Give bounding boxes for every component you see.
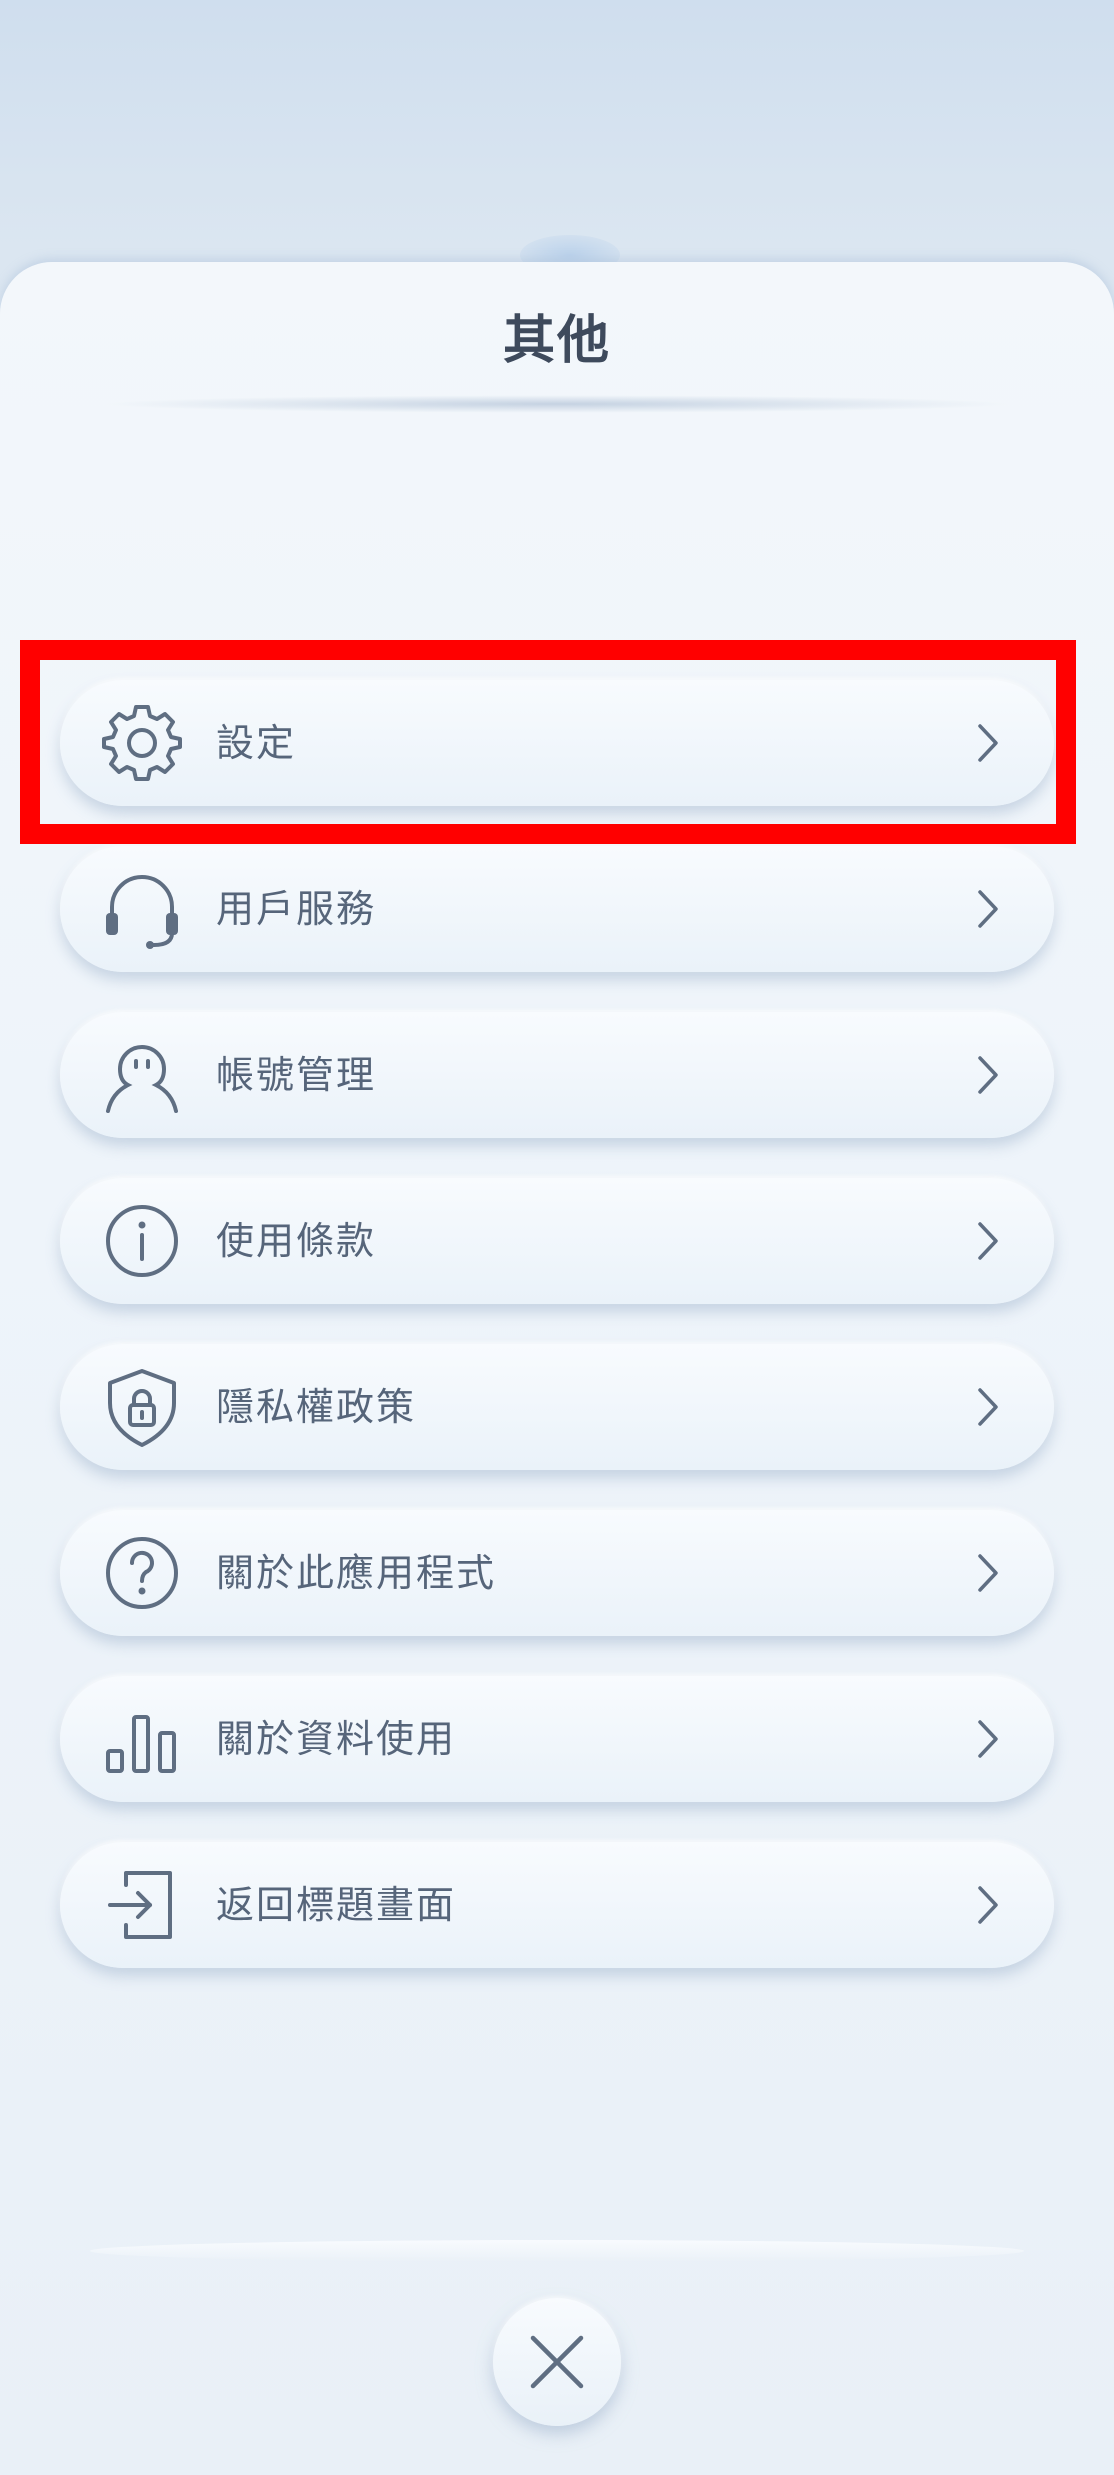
menu-item-account-management[interactable]: 帳號管理 (60, 1012, 1054, 1138)
menu-item-customer-service[interactable]: 用戶服務 (60, 846, 1054, 972)
exit-icon (102, 1865, 182, 1945)
menu-item-label: 關於資料使用 (216, 1717, 457, 1761)
menu-item-label: 帳號管理 (216, 1053, 377, 1097)
shield-lock-icon (102, 1367, 182, 1447)
menu-item-label: 返回標題畫面 (216, 1883, 457, 1927)
menu-item-label: 關於此應用程式 (216, 1551, 497, 1595)
page-title: 其他 (502, 311, 611, 371)
menu-item-settings[interactable]: 設定 (60, 680, 1054, 806)
menu-item-label: 設定 (216, 721, 297, 765)
menu-list: 設定 用戶服務 帳號管理 使用條款 隱私權政策 關於此應用程式 關於資料使用 返… (60, 680, 1054, 2008)
chevron-right-icon (978, 1222, 998, 1260)
close-button[interactable] (493, 2298, 621, 2426)
close-icon (530, 2335, 584, 2389)
menu-item-return-to-title[interactable]: 返回標題畫面 (60, 1842, 1054, 1968)
chevron-right-icon (978, 1886, 998, 1924)
menu-item-about-data-usage[interactable]: 關於資料使用 (60, 1676, 1054, 1802)
bar-chart-icon (102, 1699, 182, 1779)
menu-item-about-app[interactable]: 關於此應用程式 (60, 1510, 1054, 1636)
info-icon (102, 1201, 182, 1281)
menu-item-privacy-policy[interactable]: 隱私權政策 (60, 1344, 1054, 1470)
footer-divider (90, 2240, 1024, 2262)
menu-item-label: 使用條款 (216, 1219, 377, 1263)
gear-icon (102, 703, 182, 783)
chevron-right-icon (978, 890, 998, 928)
chevron-right-icon (978, 724, 998, 762)
chevron-right-icon (978, 1720, 998, 1758)
user-icon (102, 1035, 182, 1115)
question-icon (102, 1533, 182, 1613)
menu-item-label: 隱私權政策 (216, 1385, 417, 1429)
menu-item-label: 用戶服務 (216, 887, 377, 931)
menu-item-terms-of-use[interactable]: 使用條款 (60, 1178, 1054, 1304)
chevron-right-icon (978, 1388, 998, 1426)
header-divider (100, 395, 1014, 413)
headset-icon (102, 869, 182, 949)
chevron-right-icon (978, 1056, 998, 1094)
chevron-right-icon (978, 1554, 998, 1592)
